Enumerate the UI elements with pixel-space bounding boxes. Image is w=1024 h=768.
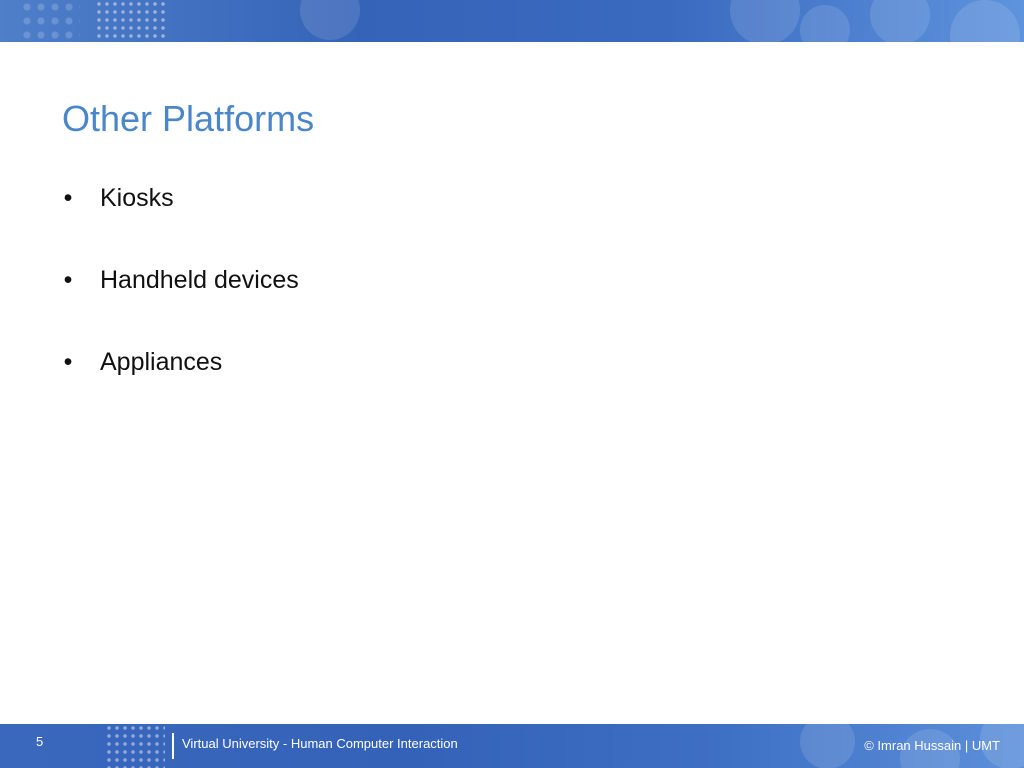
footer-divider [172, 733, 174, 759]
footer-course-title: Virtual University - Human Computer Inte… [182, 736, 458, 751]
bullet-text: Handheld devices [100, 266, 299, 294]
bullet-text: Kiosks [100, 184, 174, 212]
slide-title: Other Platforms [62, 98, 315, 139]
footer-dot-pattern [105, 724, 165, 768]
footer-copyright: © Imran Hussain | UMT [864, 738, 1000, 753]
banner-pattern-left [20, 0, 80, 42]
banner-bubble [730, 0, 800, 42]
top-banner [0, 0, 1024, 42]
banner-bubble [870, 0, 930, 42]
footer-bubble [800, 724, 855, 768]
bullet-symbol: • [63, 266, 73, 294]
banner-bubble [800, 5, 850, 42]
bullet-text: Appliances [100, 348, 223, 376]
page-number: 5 [36, 734, 44, 749]
banner-bubble [300, 0, 360, 40]
banner-dot-pattern [95, 0, 165, 42]
banner-bubble [950, 0, 1020, 42]
bullet-symbol: • [63, 184, 73, 212]
footer-bar: 5 Virtual University - Human Computer In… [0, 724, 1024, 768]
bullet-symbol: • [63, 348, 73, 376]
